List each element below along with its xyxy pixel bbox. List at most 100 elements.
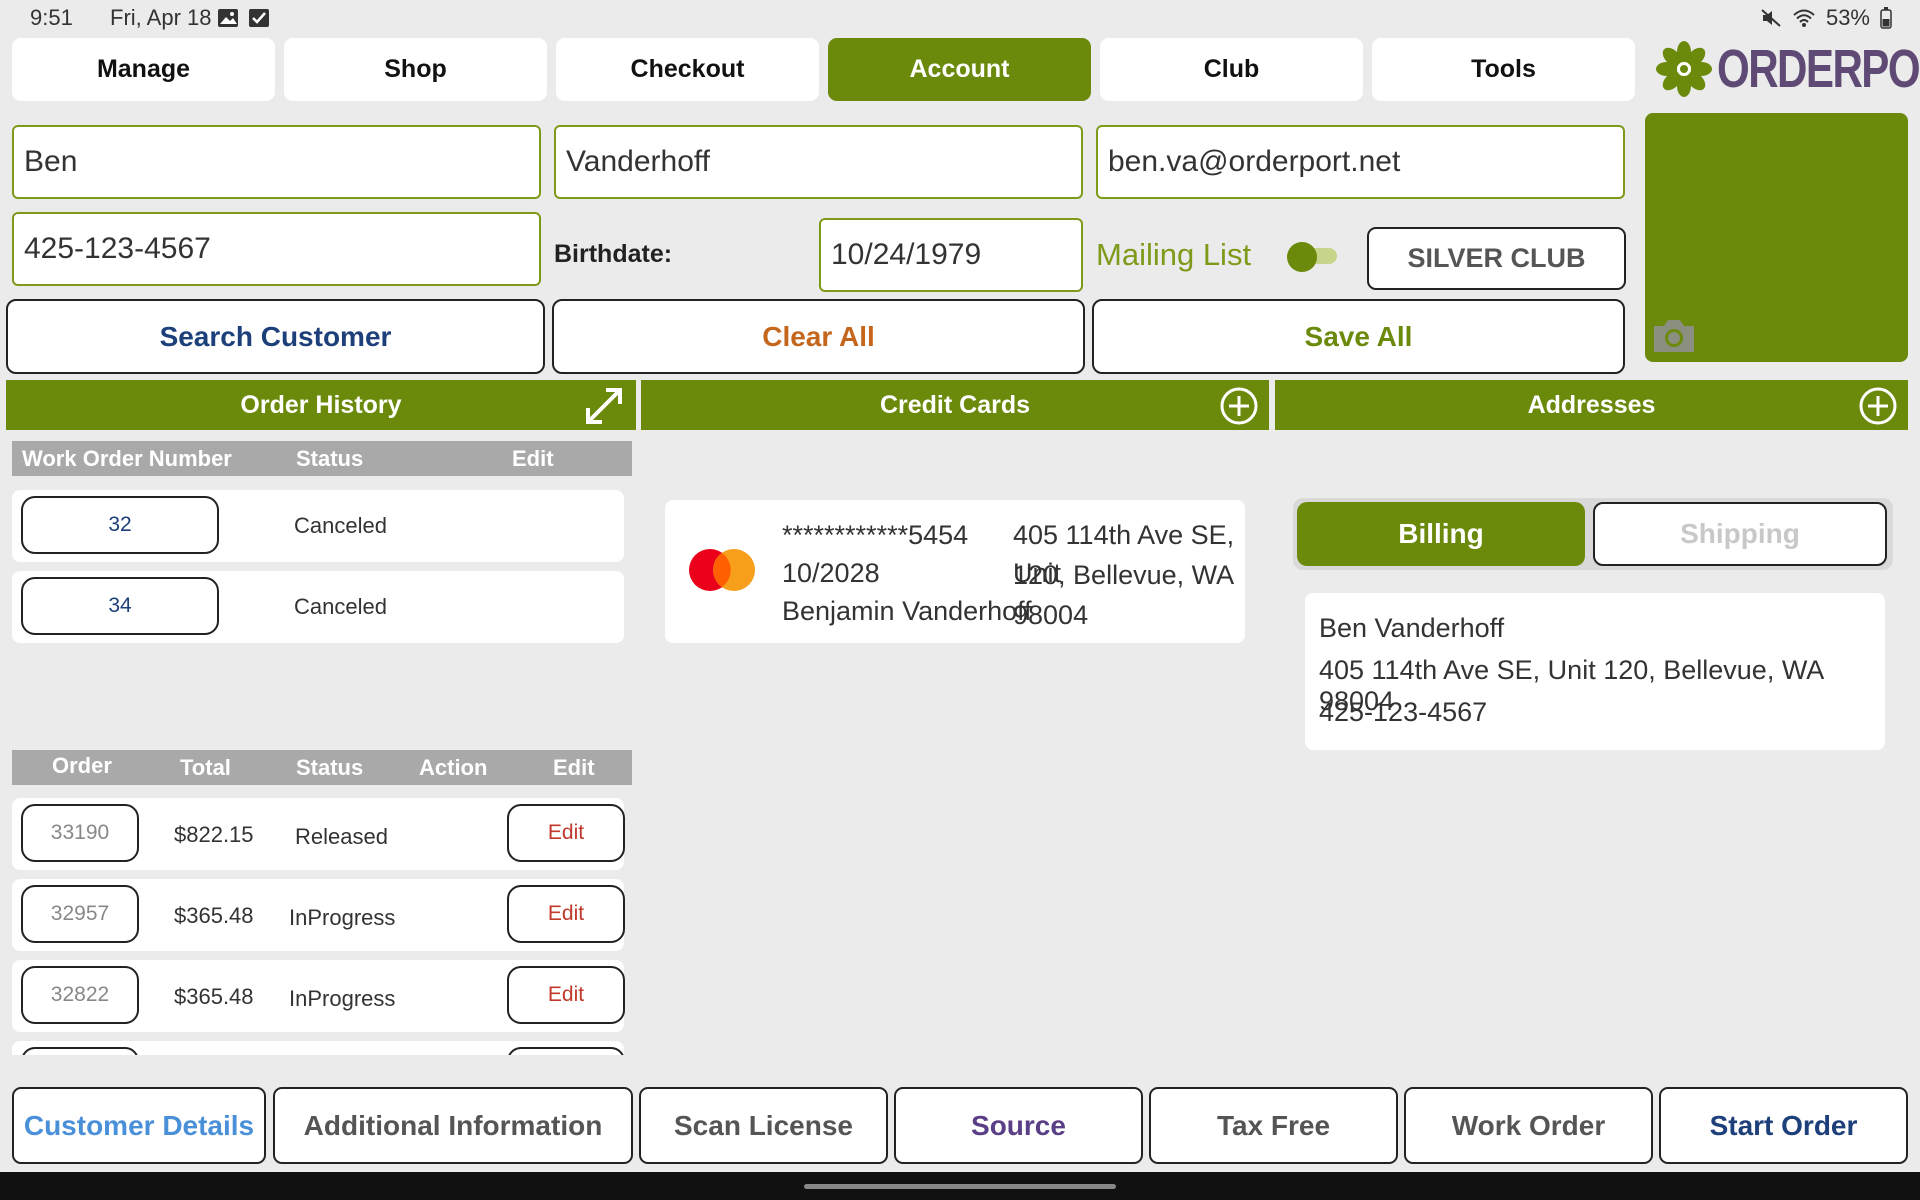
order-number-button[interactable]: 32822 [21, 966, 139, 1024]
order-edit-button[interactable]: Edit [507, 966, 625, 1024]
order-status: Released [295, 824, 388, 849]
col-action: Action [419, 755, 488, 780]
order-edit-button[interactable]: Edit [507, 885, 625, 943]
status-bar: 9:51 Fri, Apr 18 53% [0, 0, 1920, 36]
work-order-status: Canceled [294, 513, 387, 538]
toggle-knob [1287, 242, 1317, 272]
save-all-button[interactable]: Save All [1092, 299, 1625, 374]
work-order-row: 34 Canceled [12, 571, 624, 643]
credit-cards-panel: Credit Cards ************5454 10/2028 Be… [641, 380, 1269, 1075]
order-edit-button[interactable] [507, 1047, 624, 1055]
birthdate-field[interactable] [819, 218, 1083, 292]
credit-cards-body: ************5454 10/2028 Benjamin Vander… [641, 430, 1269, 1075]
phone-field[interactable] [12, 212, 541, 286]
card-expiry: 10/2028 [782, 558, 880, 588]
add-address-icon[interactable] [1858, 386, 1898, 426]
customer-details-button[interactable]: Customer Details [12, 1087, 266, 1164]
col-edit: Edit [553, 755, 595, 780]
last-name-input[interactable] [566, 145, 1081, 179]
order-total: $822.15 [174, 822, 254, 847]
addresses-header: Addresses [1275, 380, 1908, 430]
addresses-title: Addresses [1527, 390, 1656, 419]
order-history-body: Work Order Number Status Edit 32 Cancele… [6, 430, 636, 1075]
order-status: InProgress [289, 905, 396, 930]
address-card[interactable]: Ben Vanderhoff 405 114th Ave SE, Unit 12… [1305, 593, 1885, 750]
tab-shop[interactable]: Shop [284, 38, 547, 101]
credit-cards-title: Credit Cards [879, 390, 1031, 419]
start-order-button[interactable]: Start Order [1659, 1087, 1908, 1164]
camera-icon[interactable] [1650, 316, 1698, 356]
work-order-status: Canceled [294, 594, 387, 619]
order-history-header: Order History [6, 380, 636, 430]
order-row: 32957 $365.48 InProgress Edit [12, 879, 625, 951]
customer-photo[interactable] [1645, 113, 1908, 362]
address-phone: 425-123-4567 [1319, 697, 1488, 727]
order-number-button[interactable] [21, 1047, 139, 1055]
checkbox-notification-icon [249, 9, 269, 27]
status-date: Fri, Apr 18 [110, 5, 212, 30]
gallery-notification-icon [218, 9, 238, 27]
scan-license-button[interactable]: Scan License [639, 1087, 888, 1164]
first-name-field[interactable] [12, 125, 541, 199]
expand-icon[interactable] [582, 384, 626, 428]
tab-checkout[interactable]: Checkout [556, 38, 819, 101]
mailing-list-toggle[interactable] [1287, 242, 1339, 272]
order-edit-button[interactable]: Edit [507, 804, 625, 862]
birthdate-label: Birthdate: [554, 240, 673, 268]
address-type-switch: Billing Shipping [1293, 498, 1893, 570]
search-customer-button[interactable]: Search Customer [6, 299, 545, 374]
credit-card-item[interactable]: ************5454 10/2028 Benjamin Vander… [665, 500, 1245, 643]
tab-manage[interactable]: Manage [12, 38, 275, 101]
card-address-line3: 98004 [1013, 600, 1089, 630]
home-indicator[interactable] [804, 1184, 1116, 1189]
clear-all-button[interactable]: Clear All [552, 299, 1085, 374]
col-edit: Edit [512, 446, 554, 471]
order-row: 33190 $822.15 Released Edit [12, 798, 625, 870]
orderport-logo: ORDERPORT [1655, 36, 1920, 102]
mute-icon [1761, 9, 1781, 27]
tax-free-button[interactable]: Tax Free [1149, 1087, 1398, 1164]
add-card-icon[interactable] [1219, 386, 1259, 426]
birthdate-input[interactable] [831, 238, 1081, 272]
wifi-icon [1793, 9, 1815, 27]
first-name-input[interactable] [24, 145, 539, 179]
order-history-title: Order History [240, 390, 402, 419]
col-work-order-number: Work Order Number [22, 446, 232, 471]
tab-tools[interactable]: Tools [1372, 38, 1635, 101]
work-order-number-button[interactable]: 34 [21, 577, 219, 635]
order-status: InProgress [289, 986, 396, 1011]
order-row: 32822 $365.48 InProgress Edit [12, 960, 625, 1032]
work-order-number-button[interactable]: 32 [21, 496, 219, 554]
col-status: Status [296, 755, 364, 780]
work-order-button[interactable]: Work Order [1404, 1087, 1653, 1164]
last-name-field[interactable] [554, 125, 1083, 199]
shipping-tab[interactable]: Shipping [1593, 502, 1887, 566]
order-row-partial [12, 1041, 624, 1055]
tab-club[interactable]: Club [1100, 38, 1363, 101]
battery-icon [1880, 7, 1892, 29]
email-field[interactable] [1096, 125, 1625, 199]
addresses-panel: Addresses Billing Shipping Ben Vanderhof… [1275, 380, 1908, 1075]
order-table-header: Order Total Status Action Edit [12, 750, 632, 785]
order-history-panel: Order History Work Order Number Status E… [6, 380, 636, 1075]
email-input[interactable] [1108, 145, 1623, 179]
order-total: $365.48 [174, 903, 254, 928]
status-right: 53% [1760, 5, 1892, 31]
credit-cards-header: Credit Cards [641, 380, 1269, 430]
club-level-button[interactable]: SILVER CLUB [1367, 227, 1626, 290]
tab-account[interactable]: Account [828, 38, 1091, 101]
mastercard-icon [689, 549, 755, 591]
mailing-list-label: Mailing List [1096, 237, 1252, 272]
additional-information-button[interactable]: Additional Information [273, 1087, 633, 1164]
order-number-button[interactable]: 33190 [21, 804, 139, 862]
card-address-line2: 120, Bellevue, WA [1013, 560, 1235, 590]
system-nav-bar [0, 1172, 1920, 1200]
addresses-body: Billing Shipping Ben Vanderhoff 405 114t… [1275, 430, 1908, 1075]
card-holder-name: Benjamin Vanderhoff [782, 596, 1032, 626]
source-button[interactable]: Source [894, 1087, 1143, 1164]
col-status: Status [296, 446, 364, 471]
phone-input[interactable] [24, 232, 539, 266]
order-number-button[interactable]: 32957 [21, 885, 139, 943]
card-number: ************5454 [782, 520, 969, 550]
billing-tab[interactable]: Billing [1297, 502, 1585, 566]
